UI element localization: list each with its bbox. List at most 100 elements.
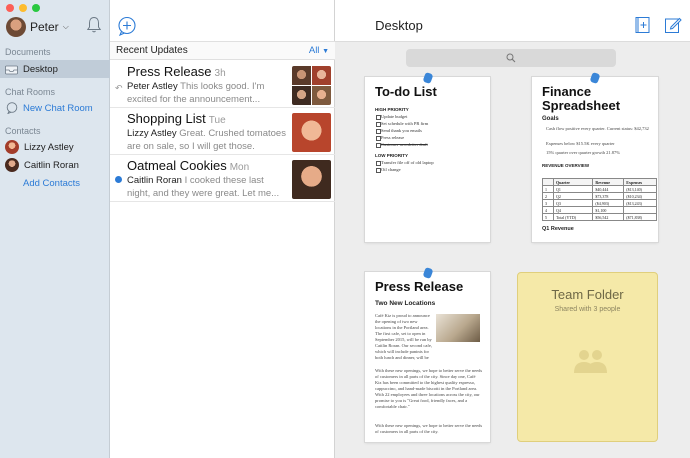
participants-thumbnail <box>292 160 331 199</box>
table-cell: 3 <box>542 199 554 207</box>
column-header: Expenses <box>623 178 657 186</box>
table-cell: ($13,243) <box>623 199 657 207</box>
list-item[interactable]: Oatmeal Cookies Mon Caitlin Roran I cooke… <box>110 155 335 202</box>
chevron-down-icon: ▼ <box>322 48 329 55</box>
sender-name: Lizzy Astley <box>127 128 177 139</box>
document-press-release[interactable]: Press Release Two New Locations Café Kiz… <box>365 272 490 442</box>
table-cell: ($10,234) <box>623 192 657 200</box>
unread-indicator <box>115 176 122 183</box>
document-title: Press Release <box>375 279 464 294</box>
list-item[interactable]: Shopping List Tue Lizzy Astley Great. Cru… <box>110 108 335 155</box>
document-title: To-do List <box>375 84 437 99</box>
todo-item: Press release <box>375 135 405 141</box>
table-cell: $40,444 <box>592 185 625 193</box>
team-folder[interactable]: Team Folder Shared with 3 people <box>517 272 658 442</box>
todo-item: Oil change <box>376 167 401 173</box>
user-name: Peter <box>30 20 59 34</box>
column-header <box>542 178 554 186</box>
goal-item: 15% quarter over quarter growth 21.87% <box>546 150 620 155</box>
conversation-title-text: Oatmeal Cookies <box>127 158 227 173</box>
timestamp: Mon <box>229 162 250 173</box>
revenue-table: Quarter Revenue Expenses 1 Q1 $40,444 ($13,… <box>542 178 657 221</box>
filter-label: All <box>308 45 320 56</box>
todo-item: Transfer file off of old laptop <box>376 160 434 166</box>
goal-item: Cash flow positive every quarter. Curren… <box>546 126 649 131</box>
message-preview: Peter Astley This looks good. I'm excite… <box>127 81 287 107</box>
todo-item: Customer newsletter draft <box>376 142 428 148</box>
avatar <box>292 86 311 105</box>
document-title-line: Spreadsheet <box>542 98 621 113</box>
press-photo <box>436 314 480 342</box>
section-heading: HIGH PRIORITY <box>375 107 409 112</box>
close-window-button[interactable] <box>6 4 14 12</box>
document-title: Finance Spreadsheet <box>542 85 620 113</box>
table-row: 5 Total (YTD) $56,542 ($71,838) <box>542 213 657 221</box>
avatar <box>312 86 331 105</box>
minimize-window-button[interactable] <box>19 4 27 12</box>
compose-button[interactable] <box>664 16 682 34</box>
todo-item: Set schedule with PR firm <box>375 121 429 127</box>
table-header-row: Quarter Revenue Expenses <box>542 178 657 186</box>
sidebar-item-caitlin-roran[interactable]: Caitlin Roran <box>0 156 110 174</box>
table-cell: $56,542 <box>592 213 625 221</box>
search-icon <box>506 53 516 63</box>
column-header: Revenue <box>592 178 625 186</box>
filter-dropdown[interactable]: All ▼ <box>309 45 329 56</box>
document-finance-spreadsheet[interactable]: Finance Spreadsheet Goals Cash flow posit… <box>532 77 658 242</box>
search-input[interactable] <box>406 49 616 67</box>
todo-item: Update budget <box>375 114 408 120</box>
table-cell: Total (YTD) <box>552 213 594 221</box>
table-row: 3 Q3 ($4,903) ($13,243) <box>542 199 657 207</box>
contacts-section-heading: Contacts <box>5 126 41 136</box>
document-title-line: Finance <box>542 84 592 99</box>
timestamp: Tue <box>208 115 226 126</box>
add-contacts-link[interactable]: Add Contacts <box>0 174 110 192</box>
conversation-title-text: Shopping List <box>127 111 206 126</box>
table-cell: ($71,838) <box>623 213 657 221</box>
goal-item: Expenses below $15.5K every quarter <box>546 141 615 146</box>
table-cell: Q4 <box>552 206 594 214</box>
sidebar-item-desktop[interactable]: Desktop <box>0 60 110 78</box>
todo-item: Send thank you emails <box>376 128 422 134</box>
recent-updates-pane: Recent Updates All ▼ ↶ Press Release 3h P… <box>110 0 335 458</box>
table-cell: $1,100 <box>592 206 625 214</box>
chevron-down-icon: ⌵ <box>62 22 69 31</box>
participants-thumbnail <box>292 66 331 105</box>
table-cell: 2 <box>542 192 554 200</box>
list-item[interactable]: ↶ Press Release 3h Peter Astley This look… <box>110 61 335 108</box>
section-heading: Q1 Revenue <box>542 226 574 232</box>
message-preview: Lizzy Astley Great. Crushed tomatoes are… <box>127 128 287 154</box>
new-document-button[interactable] <box>634 16 652 34</box>
avatar <box>292 66 311 85</box>
press-paragraph: With these new openings, we hope to bett… <box>375 368 483 409</box>
page-title: Desktop <box>375 18 423 33</box>
table-row: 4 Q4 $1,100 <box>542 206 657 214</box>
table-cell: ($13,140) <box>623 185 657 193</box>
sidebar-item-label: New Chat Room <box>23 102 93 114</box>
sidebar-item-label: Add Contacts <box>23 177 81 189</box>
user-menu[interactable]: Peter ⌵ <box>6 17 69 37</box>
avatar <box>312 66 331 85</box>
table-cell: Q1 <box>552 185 594 193</box>
document-todo-list[interactable]: To-do List HIGH PRIORITY Update budget S… <box>365 77 490 242</box>
section-heading: LOW PRIORITY <box>375 153 408 158</box>
table-cell: Q3 <box>552 199 594 207</box>
message-preview: Caitlin Roran I cooked these last night,… <box>127 175 287 201</box>
section-heading: REVENUE OVERVIEW <box>542 163 590 168</box>
new-chat-button[interactable] <box>117 16 137 36</box>
avatar <box>5 158 19 172</box>
conversation-title: Press Release 3h <box>127 64 226 79</box>
section-heading: Two New Locations <box>375 300 436 307</box>
avatar <box>5 140 19 154</box>
sidebar-item-label: Desktop <box>23 63 58 75</box>
people-icon <box>574 350 607 373</box>
folder-subtitle: Shared with 3 people <box>554 306 621 313</box>
conversation-title: Shopping List Tue <box>127 111 226 126</box>
bell-icon[interactable] <box>86 16 102 34</box>
zoom-window-button[interactable] <box>32 4 40 12</box>
sidebar-item-lizzy-astley[interactable]: Lizzy Astley <box>0 138 110 156</box>
table-row: 1 Q1 $40,444 ($13,140) <box>542 185 657 193</box>
documents-section-heading: Documents <box>5 47 51 57</box>
sidebar-item-new-chat-room[interactable]: New Chat Room <box>0 99 110 117</box>
avatar <box>292 113 331 152</box>
